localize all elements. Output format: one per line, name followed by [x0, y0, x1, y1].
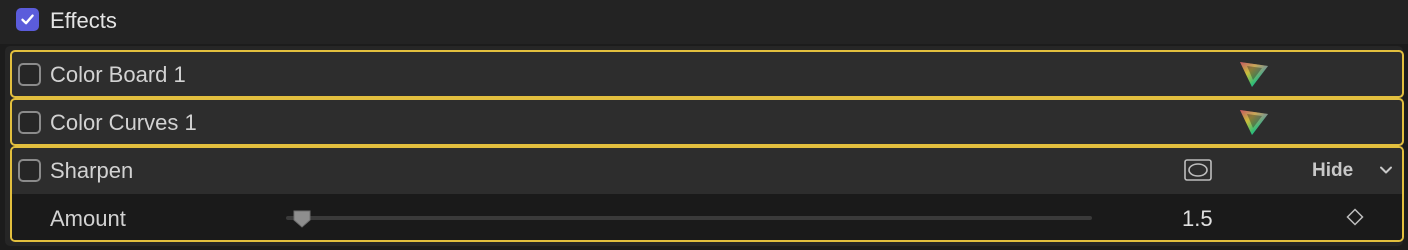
shape-mask-icon[interactable]	[1184, 159, 1212, 181]
effects-enable-checkbox[interactable]	[16, 8, 39, 31]
effect-row-sharpen: Sharpen Hide Amount 1.5	[10, 146, 1404, 242]
effect-enable-checkbox[interactable]	[18, 63, 41, 86]
color-wheel-icon[interactable]	[1238, 60, 1270, 88]
effect-row-color-curves[interactable]: Color Curves 1	[10, 98, 1404, 146]
effects-header: Effects	[0, 0, 1408, 44]
inspector-effects-panel: Effects Color Board 1 Color Curves 1 Sha…	[0, 0, 1408, 250]
amount-slider-thumb[interactable]	[292, 209, 312, 229]
effects-title: Effects	[50, 8, 117, 33]
effect-name: Sharpen	[50, 158, 134, 183]
amount-slider-track[interactable]	[286, 216, 1092, 220]
amount-value[interactable]: 1.5	[1182, 206, 1213, 232]
effect-row-color-board[interactable]: Color Board 1	[10, 50, 1404, 98]
hide-button[interactable]: Hide	[1312, 160, 1353, 182]
checkmark-icon	[21, 14, 34, 25]
param-row-amount: Amount 1.5	[12, 194, 1402, 240]
effect-name: Color Curves 1	[50, 110, 197, 135]
effect-name: Color Board 1	[50, 62, 186, 87]
keyframe-diamond-icon[interactable]	[1346, 208, 1364, 226]
param-label: Amount	[50, 206, 126, 231]
effect-enable-checkbox[interactable]	[18, 111, 41, 134]
chevron-down-icon[interactable]	[1378, 162, 1394, 178]
effect-enable-checkbox[interactable]	[18, 159, 41, 182]
color-wheel-icon[interactable]	[1238, 108, 1270, 136]
sharpen-header[interactable]: Sharpen Hide	[12, 148, 1402, 194]
